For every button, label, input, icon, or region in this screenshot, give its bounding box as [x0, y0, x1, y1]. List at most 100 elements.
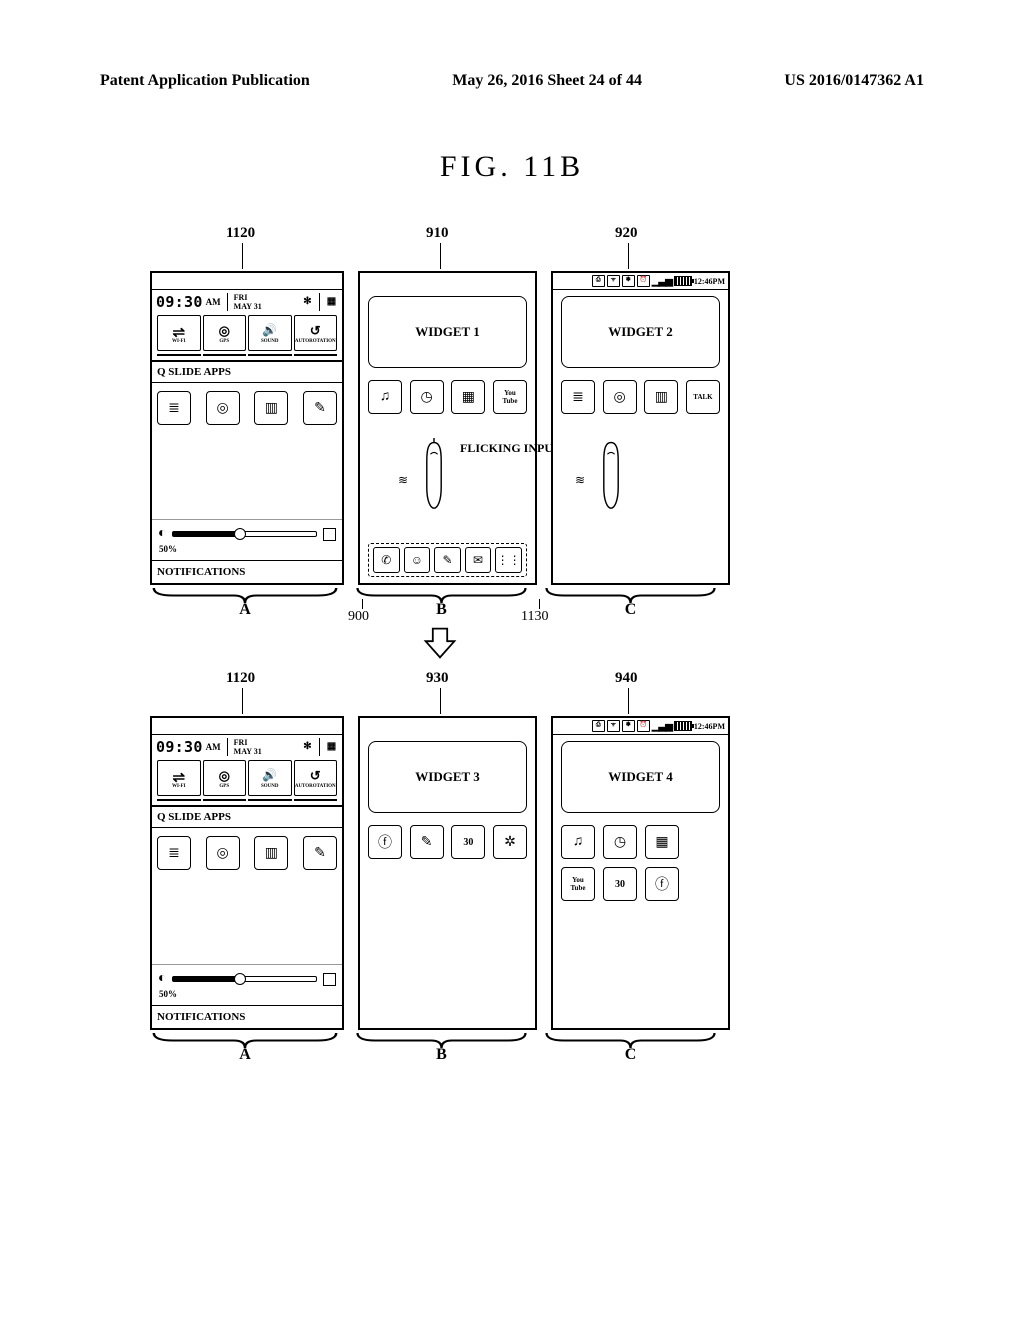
header-right: US 2016/0147362 A1: [784, 72, 924, 90]
status-time: 12:46PM: [694, 722, 725, 731]
figure-title: FIG. 11B: [0, 150, 1024, 184]
toggle-gps[interactable]: ◎GPS: [203, 760, 247, 796]
clock-time: 09:30: [156, 738, 203, 756]
callout-940: 940: [615, 670, 638, 687]
app-calendar-icon[interactable]: 30: [603, 867, 637, 901]
app-draw-icon[interactable]: ✎: [410, 825, 444, 859]
panel-a-bottom: 09:30 AM FRI MAY 31 ✻ ▦ ⇌WI-FI ◎GPS 🔊SOU…: [150, 716, 344, 1030]
panel-c-top: ⎙ ᯤ ✽ ⏰ ▁▃▅ 12:46PM WIDGET 2 ≣ ◎ ▥ TALK …: [551, 271, 730, 585]
widget-1[interactable]: WIDGET 1: [368, 296, 527, 368]
callout-920: 920: [615, 225, 638, 242]
gps-icon: ◎: [219, 323, 230, 339]
widget-3[interactable]: WIDGET 3: [368, 741, 527, 813]
header-left: Patent Application Publication: [100, 72, 310, 90]
ref-1130: 1130: [521, 609, 548, 625]
app-clock-icon[interactable]: ◷: [410, 380, 444, 414]
status-wifi-icon: ᯤ: [607, 720, 620, 732]
clock-ampm: AM: [206, 742, 221, 752]
qslide-app-3[interactable]: ▥: [254, 391, 288, 425]
clock-ampm: AM: [206, 297, 221, 307]
callout-930: 930: [426, 670, 449, 687]
app-calendar-icon[interactable]: 30: [451, 825, 485, 859]
dock-message-icon[interactable]: ✉: [465, 547, 492, 573]
status-icon-1: ⎙: [592, 275, 605, 287]
status-alarm-icon: ⏰: [637, 275, 650, 287]
signal-icon: ▁▃▅: [652, 721, 672, 732]
brightness-icon: ◐: [158, 526, 166, 542]
settings-icon[interactable]: ✻: [301, 741, 314, 754]
toggle-sound[interactable]: 🔊SOUND: [248, 760, 292, 796]
clock-date: MAY 31: [234, 747, 262, 756]
finger-icon: [593, 438, 629, 515]
panel-c-bottom: ⎙ ᯤ ✽ ⏰ ▁▃▅ 12:46PM WIDGET 4 ♫ ◷ ▦ YouTu…: [551, 716, 730, 1030]
app-social-icon[interactable]: ⓕ: [368, 825, 402, 859]
brightness-icon: ◐: [158, 971, 166, 987]
callout-1120-top: 1120: [226, 225, 255, 242]
qslide-app-1[interactable]: ≣: [157, 391, 191, 425]
row-1: 09:30 AM FRI MAY 31 ✻ ▦ ⇌ WI-FI: [150, 271, 730, 585]
app-social-icon[interactable]: ⓕ: [645, 867, 679, 901]
qslide-app-1[interactable]: ≣: [157, 836, 191, 870]
app-gallery-icon[interactable]: ▥: [644, 380, 678, 414]
app-talk-icon[interactable]: TALK: [686, 380, 720, 414]
status-time: 12:46PM: [694, 277, 725, 286]
panel-a-top: 09:30 AM FRI MAY 31 ✻ ▦ ⇌ WI-FI: [150, 271, 344, 585]
notifications-label: NOTIFICATIONS: [152, 1005, 342, 1028]
brightness-slider[interactable]: ◐: [152, 520, 342, 544]
app-clock-icon[interactable]: ◷: [603, 825, 637, 859]
qslide-app-2[interactable]: ◎: [206, 836, 240, 870]
qslide-app-3[interactable]: ▥: [254, 836, 288, 870]
dock-apps-icon[interactable]: ⋮⋮: [495, 547, 522, 573]
signal-icon: ▁▃▅: [652, 276, 672, 287]
app-music-icon[interactable]: ♫: [368, 380, 402, 414]
app-widgets-icon[interactable]: ▦: [645, 825, 679, 859]
status-bar-c2: ⎙ ᯤ ✽ ⏰ ▁▃▅ 12:46PM: [553, 718, 728, 735]
brightness-track[interactable]: [172, 531, 317, 537]
qslide-app-4[interactable]: ✎: [303, 836, 337, 870]
clock-date: MAY 31: [234, 302, 262, 311]
settings-icon[interactable]: ✻: [301, 296, 314, 309]
panel-b-top: WIDGET 1 ♫ ◷ ▦ YouTube ≋ FLICKING INPUT …: [358, 271, 537, 585]
toggle-autorotation[interactable]: ↺ AUTOROTATION: [294, 315, 338, 351]
app-youtube-icon[interactable]: YouTube: [493, 380, 527, 414]
header-center: May 26, 2016 Sheet 24 of 44: [452, 72, 642, 90]
brace-c2: C: [625, 1046, 637, 1064]
status-icon-1: ⎙: [592, 720, 605, 732]
brightness-auto-checkbox[interactable]: [323, 528, 336, 541]
toggle-wifi[interactable]: ⇌ WI-FI: [157, 315, 201, 351]
dock-contacts-icon[interactable]: ☺: [404, 547, 431, 573]
app-music-icon[interactable]: ♫: [561, 825, 595, 859]
callout-1120-bot: 1120: [226, 670, 255, 687]
callout-910: 910: [426, 225, 449, 242]
sound-icon: 🔊: [262, 323, 277, 339]
qslide-label: Q SLIDE APPS: [152, 361, 342, 383]
toggle-gps[interactable]: ◎ GPS: [203, 315, 247, 351]
dock-browser-icon[interactable]: ✎: [434, 547, 461, 573]
qslide-app-2[interactable]: ◎: [206, 391, 240, 425]
dock-phone-icon[interactable]: ✆: [373, 547, 400, 573]
widget-2[interactable]: WIDGET 2: [561, 296, 720, 368]
app-camera-icon[interactable]: ◎: [603, 380, 637, 414]
brightness-slider[interactable]: ◐: [152, 965, 342, 989]
brace-b: B: [436, 601, 447, 619]
panel-b-bottom: WIDGET 3 ⓕ ✎ 30 ✲: [358, 716, 537, 1030]
battery-icon: [674, 276, 692, 286]
clock-day: FRI: [234, 293, 262, 302]
qslide-app-4[interactable]: ✎: [303, 391, 337, 425]
app-compass-icon[interactable]: ✲: [493, 825, 527, 859]
widget-4[interactable]: WIDGET 4: [561, 741, 720, 813]
app-widgets-icon[interactable]: ▦: [451, 380, 485, 414]
toggle-autorotation[interactable]: ↺AUTOROTATION: [294, 760, 338, 796]
grid-icon[interactable]: ▦: [325, 741, 338, 754]
brightness-auto-checkbox[interactable]: [323, 973, 336, 986]
rotate-icon: ↺: [310, 323, 321, 339]
status-wifi-icon: ᯤ: [607, 275, 620, 287]
finger-icon: [416, 438, 452, 515]
toggle-wifi[interactable]: ⇌WI-FI: [157, 760, 201, 796]
brightness-value: 50%: [152, 989, 342, 1005]
app-youtube-icon[interactable]: YouTube: [561, 867, 595, 901]
brace-a: A: [239, 601, 251, 619]
toggle-sound[interactable]: 🔊 SOUND: [248, 315, 292, 351]
grid-icon[interactable]: ▦: [325, 296, 338, 309]
app-memo-icon[interactable]: ≣: [561, 380, 595, 414]
